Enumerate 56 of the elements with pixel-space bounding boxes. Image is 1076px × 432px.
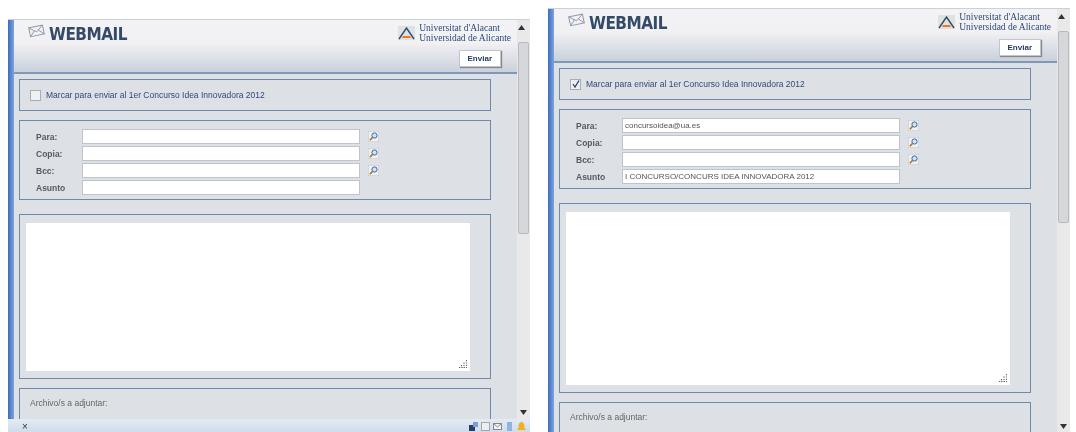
- field-label: Bcc:: [36, 165, 56, 176]
- network-icon[interactable]: [469, 421, 478, 431]
- contest-checkbox[interactable]: [30, 89, 41, 101]
- search-icon[interactable]: [368, 165, 379, 176]
- envelope-icon[interactable]: [493, 421, 502, 431]
- envelope-icon: [568, 13, 585, 27]
- scroll-up-icon[interactable]: [1058, 14, 1065, 19]
- search-icon[interactable]: [368, 148, 379, 159]
- field-label: Para:: [36, 131, 59, 142]
- address-field[interactable]: [622, 135, 900, 150]
- send-button[interactable]: Enviar: [998, 39, 1041, 56]
- search-icon[interactable]: [908, 137, 919, 148]
- university-logo-icon: [398, 26, 416, 40]
- bell-icon[interactable]: [517, 421, 526, 431]
- message-body-field[interactable]: [26, 223, 470, 371]
- scroll-thumb[interactable]: [518, 42, 529, 234]
- field-label: Para:: [576, 120, 599, 131]
- panel-icon[interactable]: [505, 421, 514, 431]
- field-label: Asunto: [36, 182, 67, 193]
- contest-checkbox[interactable]: [570, 78, 581, 90]
- send-button[interactable]: Enviar: [458, 50, 501, 67]
- attachments-label: Archivo/s a adjuntar:: [570, 412, 648, 422]
- scroll-down-icon[interactable]: [1060, 424, 1067, 429]
- university-name: Universidad de Alicante: [959, 22, 1051, 32]
- resize-grip-icon[interactable]: [459, 360, 467, 368]
- address-field[interactable]: [82, 146, 360, 161]
- scroll-thumb[interactable]: [1058, 31, 1069, 223]
- university-name: Universidad de Alicante: [419, 33, 511, 43]
- subject-field[interactable]: [82, 180, 360, 195]
- address-field[interactable]: [622, 152, 900, 167]
- close-button[interactable]: ×: [22, 420, 28, 432]
- field-label: Bcc:: [576, 154, 596, 165]
- field-label: Copia:: [36, 148, 64, 159]
- university-name: Universitat d'Alacant: [419, 23, 501, 33]
- checkbox-label: Marcar para enviar al 1er Concurso Idea Innovadora 2012: [46, 90, 265, 100]
- university-logo-icon: [938, 15, 956, 29]
- envelope-icon: [28, 24, 45, 38]
- webmail-logo: WEBMAIL: [589, 13, 667, 33]
- university-name: Universitat d'Alacant: [959, 12, 1041, 22]
- address-field[interactable]: concursoidea@ua.es: [622, 118, 900, 133]
- resize-grip-icon[interactable]: [999, 374, 1007, 382]
- field-label: Copia:: [576, 137, 604, 148]
- search-icon[interactable]: [368, 131, 379, 142]
- scroll-down-icon[interactable]: [520, 410, 527, 415]
- address-field[interactable]: [82, 129, 360, 144]
- checkbox-label: Marcar para enviar al 1er Concurso Idea Innovadora 2012: [586, 79, 805, 89]
- address-field[interactable]: [82, 163, 360, 178]
- search-icon[interactable]: [908, 154, 919, 165]
- webmail-logo: WEBMAIL: [49, 24, 127, 44]
- field-label: Asunto: [576, 171, 607, 182]
- attachments-label: Archivo/s a adjuntar:: [30, 398, 108, 408]
- subject-field[interactable]: I CONCURSO/CONCURS IDEA INNOVADORA 2012: [622, 169, 900, 184]
- search-icon[interactable]: [908, 120, 919, 131]
- scrollbar[interactable]: [1057, 9, 1070, 432]
- scroll-up-icon[interactable]: [518, 25, 525, 30]
- scrollbar[interactable]: [517, 20, 530, 419]
